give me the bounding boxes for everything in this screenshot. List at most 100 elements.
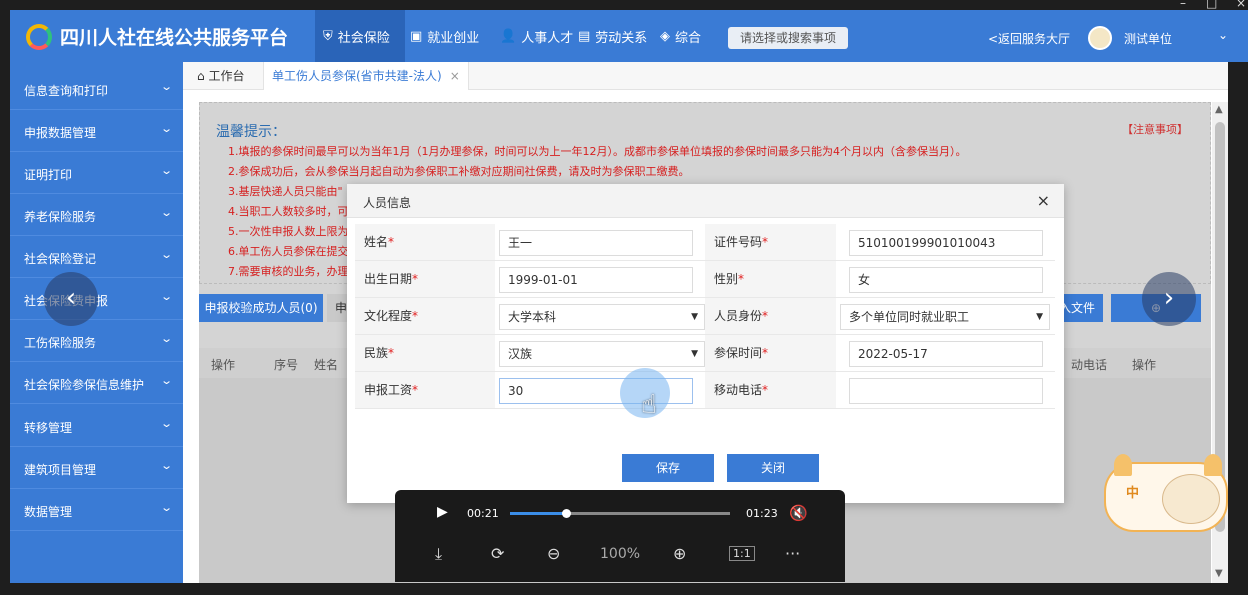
label-text: 证件号码: [714, 235, 763, 249]
sidebar-item-transfer[interactable]: 转移管理 ⌄: [10, 405, 183, 447]
chevron-down-icon: ⌄: [159, 80, 173, 93]
close-button[interactable]: 关闭: [727, 454, 819, 482]
person-form: 姓名* 王一 证件号码* 510100199901010043 出生日期* 19…: [355, 224, 1055, 410]
nav-label: 人事人才: [521, 30, 574, 46]
chevron-down-icon: ⌄: [159, 206, 173, 219]
prev-arrow-icon[interactable]: ‹: [44, 272, 98, 326]
layers-icon: ◈: [660, 28, 670, 44]
zoom-in-icon[interactable]: ⊕: [673, 544, 686, 563]
nav-general[interactable]: ◈ 综合: [660, 10, 701, 62]
required-mark: *: [388, 346, 395, 360]
id-number-input[interactable]: 510100199901010043: [849, 230, 1043, 256]
required-mark: *: [412, 309, 419, 323]
screen: – □ × 四川人社在线公共服务平台 ⛨ 社会保险 ▣ 就业创业 👤 人事人才 …: [0, 0, 1248, 595]
required-mark: *: [388, 235, 395, 249]
scroll-down-icon[interactable]: ▼: [1215, 568, 1223, 579]
rotate-icon[interactable]: ⟳: [491, 544, 504, 563]
nav-social-insurance[interactable]: ⛨ 社会保险: [315, 10, 405, 62]
minimize-icon[interactable]: –: [1180, 0, 1186, 10]
enroll-date-input[interactable]: 2022-05-17: [849, 341, 1043, 367]
field-cell: [836, 372, 1055, 409]
nav-personnel[interactable]: 👤 人事人才: [500, 10, 573, 62]
scroll-up-icon[interactable]: ▲: [1215, 104, 1223, 115]
nav-labor-relations[interactable]: ▤ 劳动关系: [578, 10, 647, 62]
service-search-input[interactable]: 请选择或搜索事项: [728, 27, 848, 49]
sidebar: 信息查询和打印 ⌄ 申报数据管理 ⌄ 证明打印 ⌄ 养老保险服务 ⌄ 社会保险登记 ⌄ 社…: [10, 62, 183, 583]
username[interactable]: 测试单位: [1124, 30, 1172, 47]
zoom-out-icon[interactable]: ⊖: [547, 544, 560, 563]
field-cell: 2022-05-17: [836, 335, 1055, 372]
chevron-down-icon[interactable]: ⌄: [1218, 28, 1228, 42]
tab-label: 工作台: [208, 69, 245, 83]
sidebar-item-info-maintenance[interactable]: 社会保险参保信息维护 ⌄: [10, 362, 183, 404]
success-list-tab[interactable]: 申报校验成功人员(0): [199, 294, 323, 322]
required-mark: *: [412, 383, 419, 397]
maximize-icon[interactable]: □: [1206, 0, 1217, 10]
select-value: 大学本科: [508, 310, 557, 324]
mute-icon[interactable]: 🔇: [789, 504, 808, 522]
sidebar-item-insurance-registration[interactable]: 社会保险登记 ⌄: [10, 236, 183, 278]
field-label-ethnicity: 民族*: [355, 335, 495, 372]
more-icon[interactable]: ···: [785, 544, 800, 563]
sidebar-item-declaration-data[interactable]: 申报数据管理 ⌄: [10, 110, 183, 152]
total-time: 01:23: [746, 507, 778, 520]
field-label-mobile: 移动电话*: [705, 372, 836, 409]
close-icon[interactable]: ×: [450, 69, 460, 83]
field-cell: 王一: [495, 224, 705, 261]
sidebar-item-construction[interactable]: 建筑项目管理 ⌄: [10, 447, 183, 489]
sidebar-item-pension[interactable]: 养老保险服务 ⌄: [10, 194, 183, 236]
close-icon[interactable]: ×: [1037, 191, 1050, 210]
required-mark: *: [412, 272, 419, 286]
sidebar-item-work-injury[interactable]: 工伤保险服务 ⌄: [10, 320, 183, 362]
save-button[interactable]: 保存: [622, 454, 714, 482]
sidebar-item-label: 申报数据管理: [24, 126, 97, 140]
nav-employment[interactable]: ▣ 就业创业: [410, 10, 479, 62]
label-text: 姓名: [364, 235, 389, 249]
field-cell: 30: [495, 372, 705, 409]
required-mark: *: [762, 383, 769, 397]
education-select[interactable]: 大学本科 ▼: [499, 304, 705, 330]
mobile-input[interactable]: [849, 378, 1043, 404]
select-value: 汉族: [508, 347, 533, 361]
play-icon[interactable]: ▶: [437, 504, 448, 520]
chevron-down-icon: ⌄: [159, 164, 173, 177]
mascot-sticker: 中: [1104, 454, 1228, 532]
tab-label: 单工伤人员参保(省市共建-法人): [272, 69, 442, 83]
sidebar-item-data-management[interactable]: 数据管理 ⌄: [10, 489, 183, 531]
chevron-down-icon: ⌄: [159, 374, 173, 387]
sidebar-item-label: 信息查询和打印: [24, 84, 109, 98]
close-window-icon[interactable]: ×: [1236, 0, 1246, 10]
chevron-down-icon: ⌄: [159, 459, 173, 472]
name-input[interactable]: 王一: [499, 230, 693, 256]
avatar[interactable]: [1088, 26, 1112, 50]
gender-input[interactable]: 女: [849, 267, 1043, 293]
identity-select[interactable]: 多个单位同时就业职工 ▼: [840, 304, 1050, 330]
progress-track[interactable]: [510, 509, 730, 518]
birth-date-input[interactable]: 1999-01-01: [499, 267, 693, 293]
field-cell: 女: [836, 261, 1055, 298]
notes-link[interactable]: 【注意事项】: [1122, 121, 1188, 137]
progress-thumb[interactable]: [561, 509, 571, 518]
document-icon: ▤: [578, 28, 591, 44]
tab-work-injury-enrollment[interactable]: 单工伤人员参保(省市共建-法人) ×: [263, 62, 469, 90]
download-icon[interactable]: ⤓: [435, 544, 442, 564]
chevron-down-icon: ⌄: [159, 332, 173, 345]
sidebar-item-label: 转移管理: [24, 421, 73, 435]
required-mark: *: [738, 272, 745, 286]
field-label-name: 姓名*: [355, 224, 495, 261]
sidebar-item-label: 社会保险登记: [24, 252, 97, 266]
app-header: 四川人社在线公共服务平台 ⛨ 社会保险 ▣ 就业创业 👤 人事人才 ▤ 劳动关系…: [10, 10, 1248, 62]
back-to-hall-link[interactable]: <返回服务大厅: [988, 30, 1070, 47]
tab-workbench[interactable]: ⌂ 工作台: [189, 62, 252, 90]
sidebar-item-certificate-print[interactable]: 证明打印 ⌄: [10, 152, 183, 194]
zoom-level: 100%: [600, 546, 641, 562]
field-label-identity: 人员身份*: [705, 298, 836, 335]
ethnicity-select[interactable]: 汉族 ▼: [499, 341, 705, 367]
actual-size-icon[interactable]: 1:1: [729, 546, 755, 561]
next-arrow-icon[interactable]: ›: [1142, 272, 1196, 326]
tips-title: 温馨提示：: [216, 124, 286, 140]
field-label-education: 文化程度*: [355, 298, 495, 335]
sidebar-item-info-query[interactable]: 信息查询和打印 ⌄: [10, 68, 183, 110]
mascot-face: [1162, 474, 1220, 524]
column-header: 操作: [211, 358, 236, 372]
